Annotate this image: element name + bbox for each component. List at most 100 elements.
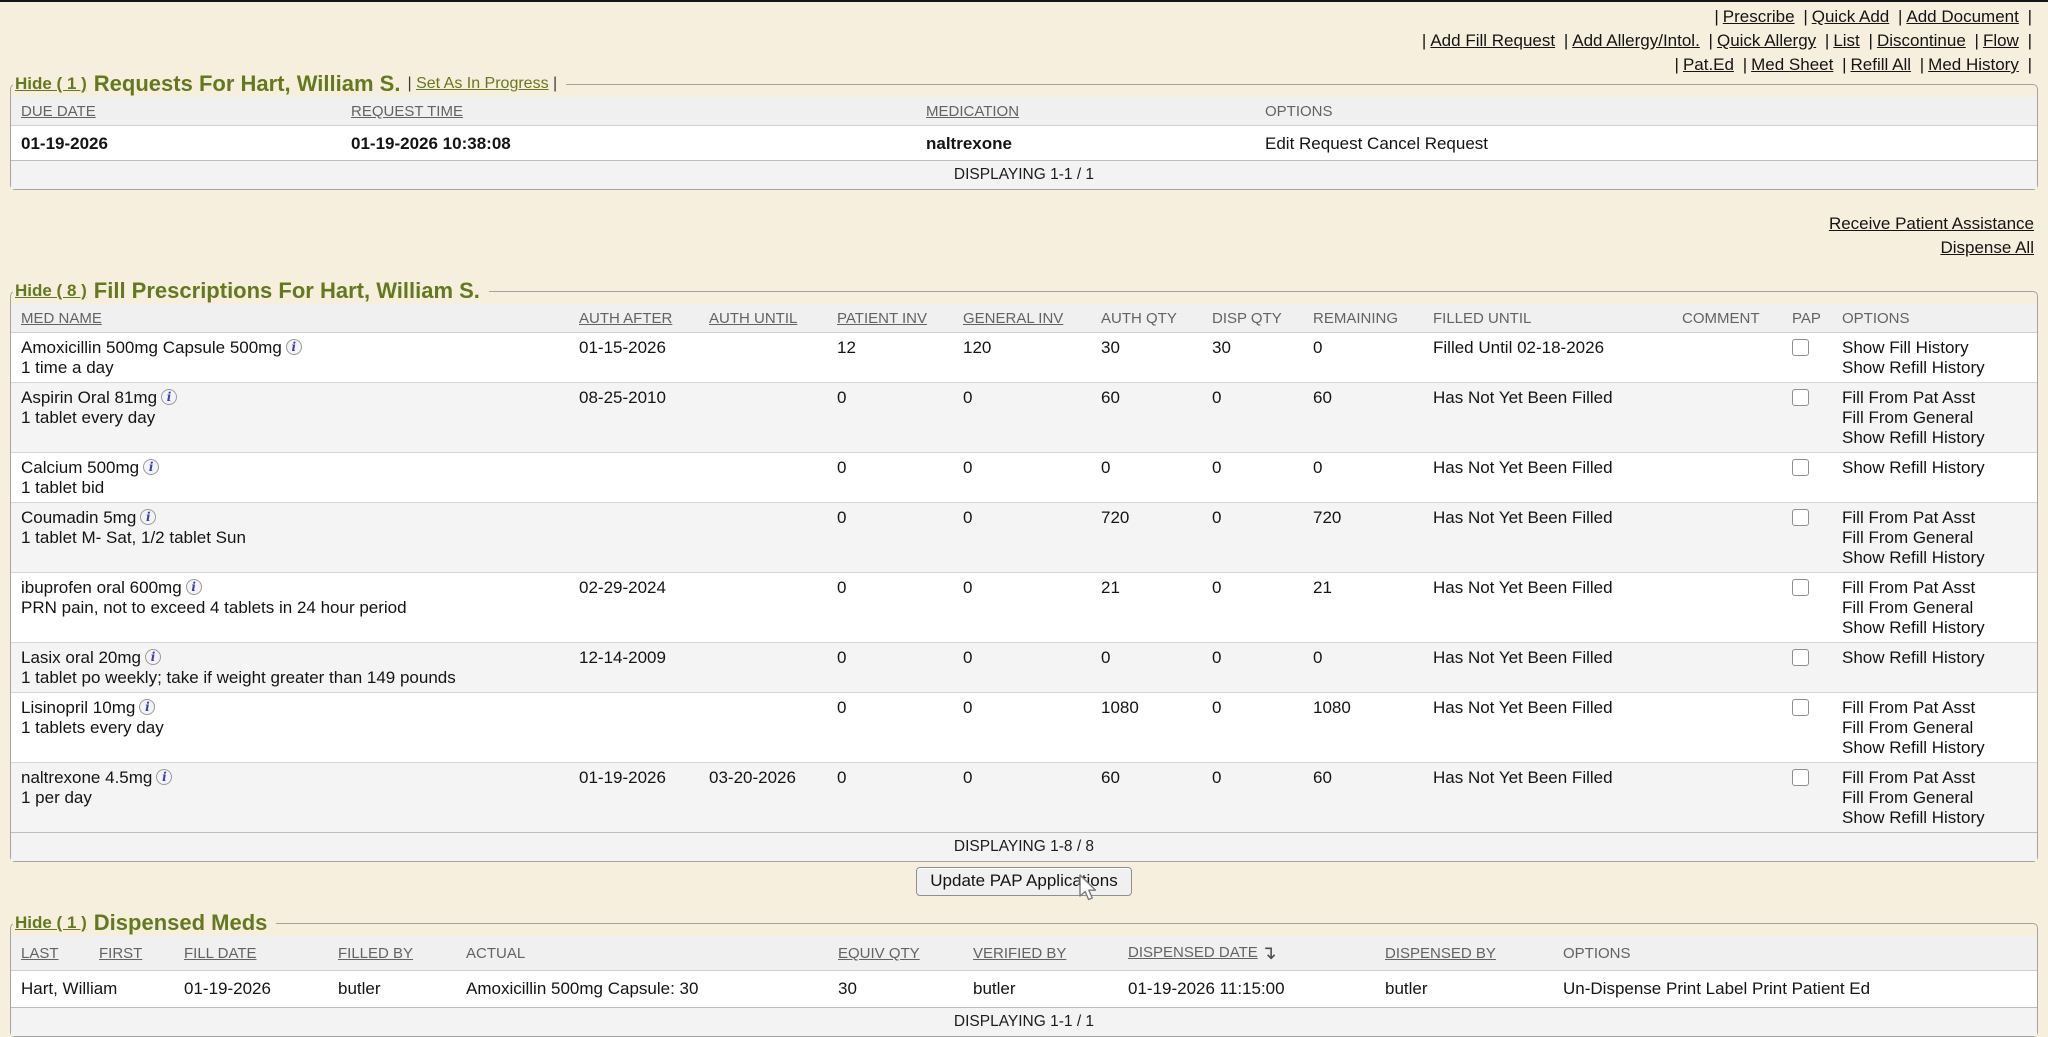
fill-row: Lasix oral 20mgi 1 tablet po weekly; tak… [11,643,2037,693]
nav-link-med-sheet[interactable]: Med Sheet [1751,55,1833,74]
dispensed-col-equiv-qty[interactable]: EQUIV QTY [828,936,963,971]
fill-from-pat-asst-link[interactable]: Fill From Pat Asst [1842,768,2027,788]
med-cell: Calcium 500mgi 1 tablet bid [11,453,569,503]
info-icon[interactable]: i [156,769,172,785]
show-refill-history-link[interactable]: Show Refill History [1842,808,2027,828]
nav-link-med-history[interactable]: Med History [1928,55,2019,74]
show-refill-history-link[interactable]: Show Refill History [1842,618,2027,638]
fill-row: ibuprofen oral 600mgi PRN pain, not to e… [11,573,2037,643]
button-row: Update PAP Applications [0,867,2048,896]
show-refill-history-link[interactable]: Show Refill History [1842,548,2027,568]
med-cell: naltrexone 4.5mgi 1 per day [11,763,569,833]
request-options[interactable]: Edit Request Cancel Request [1255,126,2037,161]
dispensed-col-first[interactable]: FIRST [89,936,174,971]
nav-link-prescribe[interactable]: Prescribe [1723,7,1795,26]
med-name: Calcium 500mg [21,458,139,477]
show-refill-history-link[interactable]: Show Refill History [1842,428,2027,448]
dispensed-col-last[interactable]: LAST [11,936,89,971]
dispensed-col-dispensed-date[interactable]: DISPENSED DATE↴ [1118,936,1375,971]
info-icon[interactable]: i [286,339,302,355]
dispensed-footer-row: DISPLAYING 1-1 / 1 [11,1008,2037,1037]
dispensed-col-filled-by[interactable]: FILLED BY [328,936,456,971]
side-actions: Receive Patient Assistance Dispense All [0,212,2034,260]
nav-line-2: |Add Fill Request |Add Allergy/Intol. |Q… [1418,29,2036,53]
dispensed-section-title: Dispensed Meds [94,910,268,936]
pap-checkbox[interactable] [1792,769,1809,786]
info-icon[interactable]: i [140,509,156,525]
requests-section: Hide ( 1 ) Requests For Hart, William S.… [10,71,2038,190]
dispensed-hide-link[interactable]: Hide ( 1 ) [15,913,87,933]
fill-col-comment: COMMENT [1672,304,1782,333]
dispensed-options[interactable]: Un-Dispense Print Label Print Patient Ed [1553,971,2037,1008]
show-refill-history-link[interactable]: Show Refill History [1842,458,2027,478]
nav-link-flow[interactable]: Flow [1983,31,2019,50]
fill-col-general-inv[interactable]: GENERAL INV [953,304,1091,333]
requests-hide-link[interactable]: Hide ( 1 ) [15,74,87,94]
requests-col-medication[interactable]: MEDICATION [916,97,1255,126]
requests-header-row: DUE DATE REQUEST TIME MEDICATION OPTIONS [11,97,2037,126]
dispensed-col-fill-date[interactable]: FILL DATE [174,936,328,971]
options-cell: Show Refill History [1832,643,2037,693]
options-cell: Fill From Pat Asst Fill From General Sho… [1832,763,2037,833]
fill-from-general-link[interactable]: Fill From General [1842,528,2027,548]
fill-col-patient-inv[interactable]: PATIENT INV [827,304,953,333]
dispense-all-link[interactable]: Dispense All [1940,236,2034,260]
nav-line-1: |Prescribe |Quick Add |Add Document | [1418,5,2036,29]
show-refill-history-link[interactable]: Show Refill History [1842,738,2027,758]
show-refill-history-link[interactable]: Show Refill History [1842,648,2027,668]
fill-from-pat-asst-link[interactable]: Fill From Pat Asst [1842,388,2027,408]
med-cell: Lasix oral 20mgi 1 tablet po weekly; tak… [11,643,569,693]
fill-col-med-name[interactable]: MED NAME [11,304,569,333]
pap-checkbox[interactable] [1792,509,1809,526]
fill-from-pat-asst-link[interactable]: Fill From Pat Asst [1842,578,2027,598]
nav-link-pat-ed[interactable]: Pat.Ed [1683,55,1734,74]
fill-col-auth-after[interactable]: AUTH AFTER [569,304,699,333]
med-name: ibuprofen oral 600mg [21,578,182,597]
med-sig: 1 per day [21,788,559,808]
show-refill-history-link[interactable]: Show Refill History [1842,358,2027,378]
info-icon[interactable]: i [139,699,155,715]
info-icon[interactable]: i [186,579,202,595]
nav-link-add-document[interactable]: Add Document [1906,7,2018,26]
fill-from-general-link[interactable]: Fill From General [1842,408,2027,428]
set-as-in-progress-link[interactable]: Set As In Progress [416,75,549,92]
nav-link-add-fill-request[interactable]: Add Fill Request [1430,31,1555,50]
nav-link-list[interactable]: List [1833,31,1859,50]
pap-checkbox[interactable] [1792,389,1809,406]
info-icon[interactable]: i [143,459,159,475]
receive-patient-assistance-link[interactable]: Receive Patient Assistance [1829,212,2034,236]
fill-col-auth-until[interactable]: AUTH UNTIL [699,304,827,333]
pap-checkbox[interactable] [1792,459,1809,476]
nav-link-quick-allergy[interactable]: Quick Allergy [1717,31,1816,50]
fill-from-general-link[interactable]: Fill From General [1842,788,2027,808]
pap-checkbox[interactable] [1792,579,1809,596]
info-icon[interactable]: i [161,389,177,405]
med-sig: 1 tablet po weekly; take if weight great… [21,668,559,688]
nav-link-refill-all[interactable]: Refill All [1851,55,1911,74]
requests-col-options: OPTIONS [1255,97,2037,126]
info-icon[interactable]: i [145,649,161,665]
fill-row: Aspirin Oral 81mgi 1 tablet every day 08… [11,383,2037,453]
fill-legend: Hide ( 8 ) Fill Prescriptions For Hart, … [13,278,489,304]
fill-from-pat-asst-link[interactable]: Fill From Pat Asst [1842,698,2027,718]
fill-hide-link[interactable]: Hide ( 8 ) [15,281,87,301]
pap-checkbox[interactable] [1792,339,1809,356]
nav-link-discontinue[interactable]: Discontinue [1877,31,1966,50]
update-pap-applications-button[interactable]: Update PAP Applications [916,867,1131,896]
pap-checkbox[interactable] [1792,699,1809,716]
dispensed-row: Hart, William 01-19-2026 butler Amoxicil… [11,971,2037,1008]
fill-prescriptions-section: Hide ( 8 ) Fill Prescriptions For Hart, … [10,278,2038,862]
requests-col-request-time[interactable]: REQUEST TIME [341,97,916,126]
nav-link-quick-add[interactable]: Quick Add [1812,7,1890,26]
dispensed-col-dispensed-by[interactable]: DISPENSED BY [1375,936,1553,971]
fill-from-general-link[interactable]: Fill From General [1842,718,2027,738]
fill-from-pat-asst-link[interactable]: Fill From Pat Asst [1842,508,2027,528]
show-fill-history-link[interactable]: Show Fill History [1842,338,2027,358]
nav-link-add-allergy-intol[interactable]: Add Allergy/Intol. [1572,31,1700,50]
requests-col-due-date[interactable]: DUE DATE [11,97,341,126]
dispensed-meds-section: Hide ( 1 ) Dispensed Meds LAST FIRST FIL… [10,910,2038,1037]
pap-checkbox[interactable] [1792,649,1809,666]
fill-col-pap: PAP [1782,304,1832,333]
dispensed-col-verified-by[interactable]: VERIFIED BY [963,936,1118,971]
fill-from-general-link[interactable]: Fill From General [1842,598,2027,618]
